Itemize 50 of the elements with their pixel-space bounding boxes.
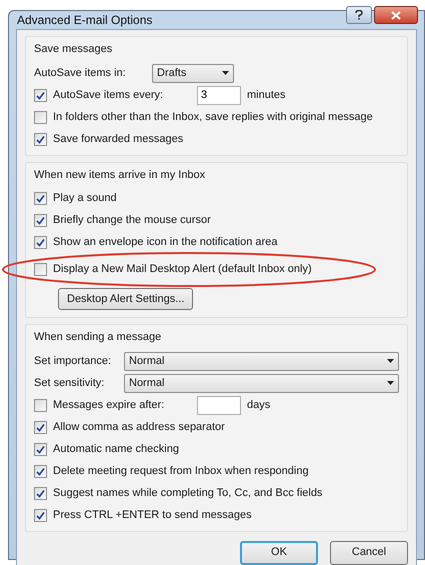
field-label: Set importance: — [34, 354, 112, 369]
dropdown[interactable]: Normal — [124, 374, 399, 392]
cancel-button[interactable]: Cancel — [330, 540, 408, 564]
checkbox[interactable] — [34, 420, 47, 434]
checkbox-label: Press CTRL +ENTER to send messages — [53, 508, 252, 523]
checkbox-label: AutoSave items every: — [53, 88, 164, 103]
field-label: AutoSave items in: — [34, 66, 127, 81]
checkbox[interactable] — [34, 110, 47, 124]
dropdown[interactable]: Drafts — [152, 64, 234, 82]
unit-label: minutes — [247, 88, 286, 103]
help-button[interactable] — [346, 6, 372, 24]
checkbox[interactable] — [34, 88, 47, 102]
checkbox-label: In folders other than the Inbox, save replies with original message — [53, 110, 373, 125]
help-icon — [355, 10, 363, 20]
ok-button[interactable]: OK — [240, 540, 318, 564]
checkbox[interactable] — [34, 236, 47, 249]
checkbox[interactable] — [34, 192, 47, 205]
checkbox-label: Save forwarded messages — [53, 132, 184, 147]
dropdown-arrow-icon — [387, 381, 394, 385]
input-field[interactable] — [197, 396, 241, 414]
checkbox[interactable] — [34, 486, 47, 500]
checkbox-label: Delete meeting request from Inbox when responding — [53, 464, 309, 479]
dropdown[interactable]: Normal — [124, 352, 399, 370]
checkbox-label: Suggest names while completing To, Cc, and Bcc fields — [53, 486, 322, 501]
checkbox-label: Briefly change the mouse cursor — [53, 213, 211, 228]
input-field[interactable]: 3 — [197, 86, 241, 104]
checkbox-label: Play a sound — [53, 191, 117, 206]
checkbox-label: Allow comma as address separator — [53, 420, 225, 435]
close-icon — [391, 10, 401, 20]
unit-label: days — [247, 398, 270, 413]
field-label: Set sensitivity: — [34, 376, 106, 391]
checkbox[interactable] — [34, 214, 47, 227]
checkbox-label: Show an envelope icon in the notification area — [53, 235, 278, 250]
group-heading: When sending a message — [34, 330, 162, 345]
checkbox[interactable] — [34, 508, 47, 522]
desktop-alert-settings-button[interactable]: Desktop Alert Settings... — [58, 288, 194, 310]
group-heading: When new items arrive in my Inbox — [34, 168, 206, 182]
checkbox[interactable] — [34, 464, 47, 478]
checkbox[interactable] — [34, 132, 47, 146]
checkbox-label: Automatic name checking — [53, 442, 179, 457]
close-button[interactable] — [374, 6, 418, 24]
checkbox[interactable] — [34, 442, 47, 456]
checkbox-label: Messages expire after: — [53, 398, 166, 413]
dropdown-arrow-icon — [387, 359, 394, 363]
group-heading: Save messages — [34, 42, 114, 57]
checkbox-label: Display a New Mail Desktop Alert (default Inbox only) — [53, 262, 312, 278]
checkbox[interactable] — [34, 398, 47, 412]
window-title: Advanced E-mail Options — [17, 12, 154, 29]
dropdown-arrow-icon — [222, 71, 229, 75]
checkbox[interactable] — [34, 263, 47, 276]
